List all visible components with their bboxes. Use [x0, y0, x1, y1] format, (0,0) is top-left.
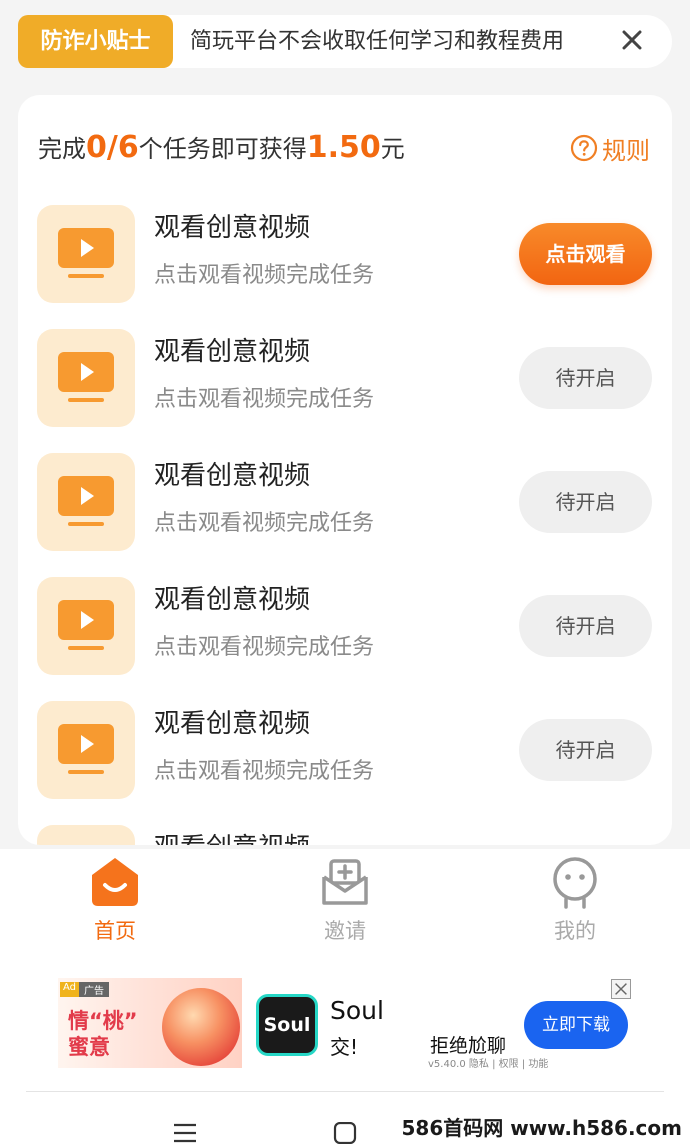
progress-middle: 个任务即可获得	[138, 135, 307, 163]
home-button-icon[interactable]	[332, 1122, 358, 1144]
rules-label: 规则	[602, 136, 650, 165]
task-title: 观看创意视频	[154, 213, 311, 243]
download-button[interactable]: 立即下载	[524, 1001, 628, 1049]
video-task-icon	[37, 453, 135, 551]
task-row: 观看创意视频点击观看视频完成任务 待开启	[18, 699, 672, 799]
task-title: 观看创意视频	[154, 827, 310, 845]
reward-amount: 1.50	[306, 130, 381, 165]
pending-button[interactable]: 待开启	[519, 595, 652, 657]
task-row: 观看创意视频点击观看视频完成任务 待开启	[18, 327, 672, 427]
task-progress: 完成0/6个任务即可获得1.50元	[38, 131, 405, 166]
invite-icon	[322, 859, 368, 905]
menu-icon[interactable]	[172, 1122, 198, 1144]
task-subtitle: 点击观看视频完成任务	[154, 387, 375, 412]
watch-button[interactable]: 点击观看	[519, 223, 652, 285]
tv-play-icon	[58, 724, 114, 774]
progress-count: 0/6	[86, 130, 139, 165]
system-nav-bar: 586首码网 www.h586.com	[0, 1092, 690, 1147]
progress-prefix: 完成	[38, 135, 86, 163]
ad-slogan-line1: 情“桃”	[68, 1009, 138, 1033]
task-panel: 完成0/6个任务即可获得1.50元 规则 观看创意视频 点击观看视频完成任务 点击观…	[18, 95, 672, 845]
ad-banner[interactable]: Ad 广告 情“桃” 蜜意 Soul Soul 交! 拒绝尬聊 v5.40.0 隐…	[0, 954, 690, 1092]
pending-button[interactable]: 待开启	[519, 471, 652, 533]
bottom-nav: 首页 邀请 我的	[0, 849, 690, 954]
task-row: 观看创意视频点击观看视频完成任务 待开启	[18, 575, 672, 675]
notice-tag: 防诈小贴士	[18, 15, 173, 68]
video-task-icon	[37, 825, 135, 845]
watermark: 586首码网 www.h586.com	[401, 1116, 682, 1140]
tv-play-icon	[58, 476, 114, 526]
nav-label-home: 首页	[94, 919, 136, 943]
nav-home[interactable]: 首页	[0, 849, 230, 954]
ad-app-sub: 交!	[330, 1035, 359, 1059]
close-icon[interactable]	[618, 26, 646, 54]
ad-headline: 拒绝尬聊	[430, 1035, 507, 1057]
ad-badge-label: 广告	[79, 982, 110, 997]
pending-button[interactable]: 待开启	[519, 347, 652, 409]
ad-badge: Ad 广告	[60, 982, 110, 997]
nav-invite[interactable]: 邀请	[230, 849, 460, 954]
task-subtitle: 点击观看视频完成任务	[154, 263, 375, 288]
progress-unit: 元	[380, 135, 405, 163]
help-icon	[570, 134, 598, 162]
pending-button[interactable]: 待开启	[519, 719, 652, 781]
tv-play-icon	[58, 228, 114, 278]
task-subtitle: 点击观看视频完成任务	[154, 511, 375, 536]
task-subtitle: 点击观看视频完成任务	[154, 759, 375, 784]
tv-play-icon	[58, 352, 114, 402]
video-task-icon	[37, 205, 135, 303]
video-task-icon	[37, 701, 135, 799]
ad-meta[interactable]: v5.40.0 隐私 | 权限 | 功能	[428, 1055, 548, 1070]
nav-label-invite: 邀请	[324, 919, 366, 943]
rules-link[interactable]: 规则	[570, 131, 650, 165]
profile-icon	[553, 857, 597, 909]
task-row: 观看创意视频点击观看视频完成任务 点击观看	[18, 203, 672, 303]
task-title: 观看创意视频	[154, 585, 311, 615]
ad-slogan-line2: 蜜意	[68, 1035, 110, 1059]
task-row: 观看创意视频点击观看视频完成任务 待开启	[18, 451, 672, 551]
task-subtitle: 点击观看视频完成任务	[154, 635, 375, 660]
notice-text: 简玩平台不会收取任何学习和教程费用	[190, 29, 565, 54]
nav-label-profile: 我的	[554, 919, 596, 943]
nav-profile[interactable]: 我的	[460, 849, 690, 954]
anti-fraud-notice: 防诈小贴士 简玩平台不会收取任何学习和教程费用	[18, 15, 672, 68]
task-title: 观看创意视频	[154, 337, 311, 367]
video-task-icon	[37, 329, 135, 427]
ad-app-name: Soul	[330, 996, 384, 1025]
tv-play-icon	[58, 600, 114, 650]
task-title: 观看创意视频	[154, 709, 311, 739]
video-task-icon	[37, 577, 135, 675]
task-title: 观看创意视频	[154, 461, 311, 491]
ad-badge-ad: Ad	[60, 982, 80, 997]
ad-image[interactable]: Ad 广告 情“桃” 蜜意	[58, 978, 242, 1068]
ad-slogan: 情“桃” 蜜意	[68, 1008, 138, 1060]
peach-image	[162, 988, 240, 1066]
home-icon	[92, 858, 138, 906]
task-row: 观看创意视频	[18, 823, 672, 845]
ad-close-icon[interactable]	[611, 979, 631, 999]
soul-app-icon[interactable]: Soul	[256, 994, 318, 1056]
